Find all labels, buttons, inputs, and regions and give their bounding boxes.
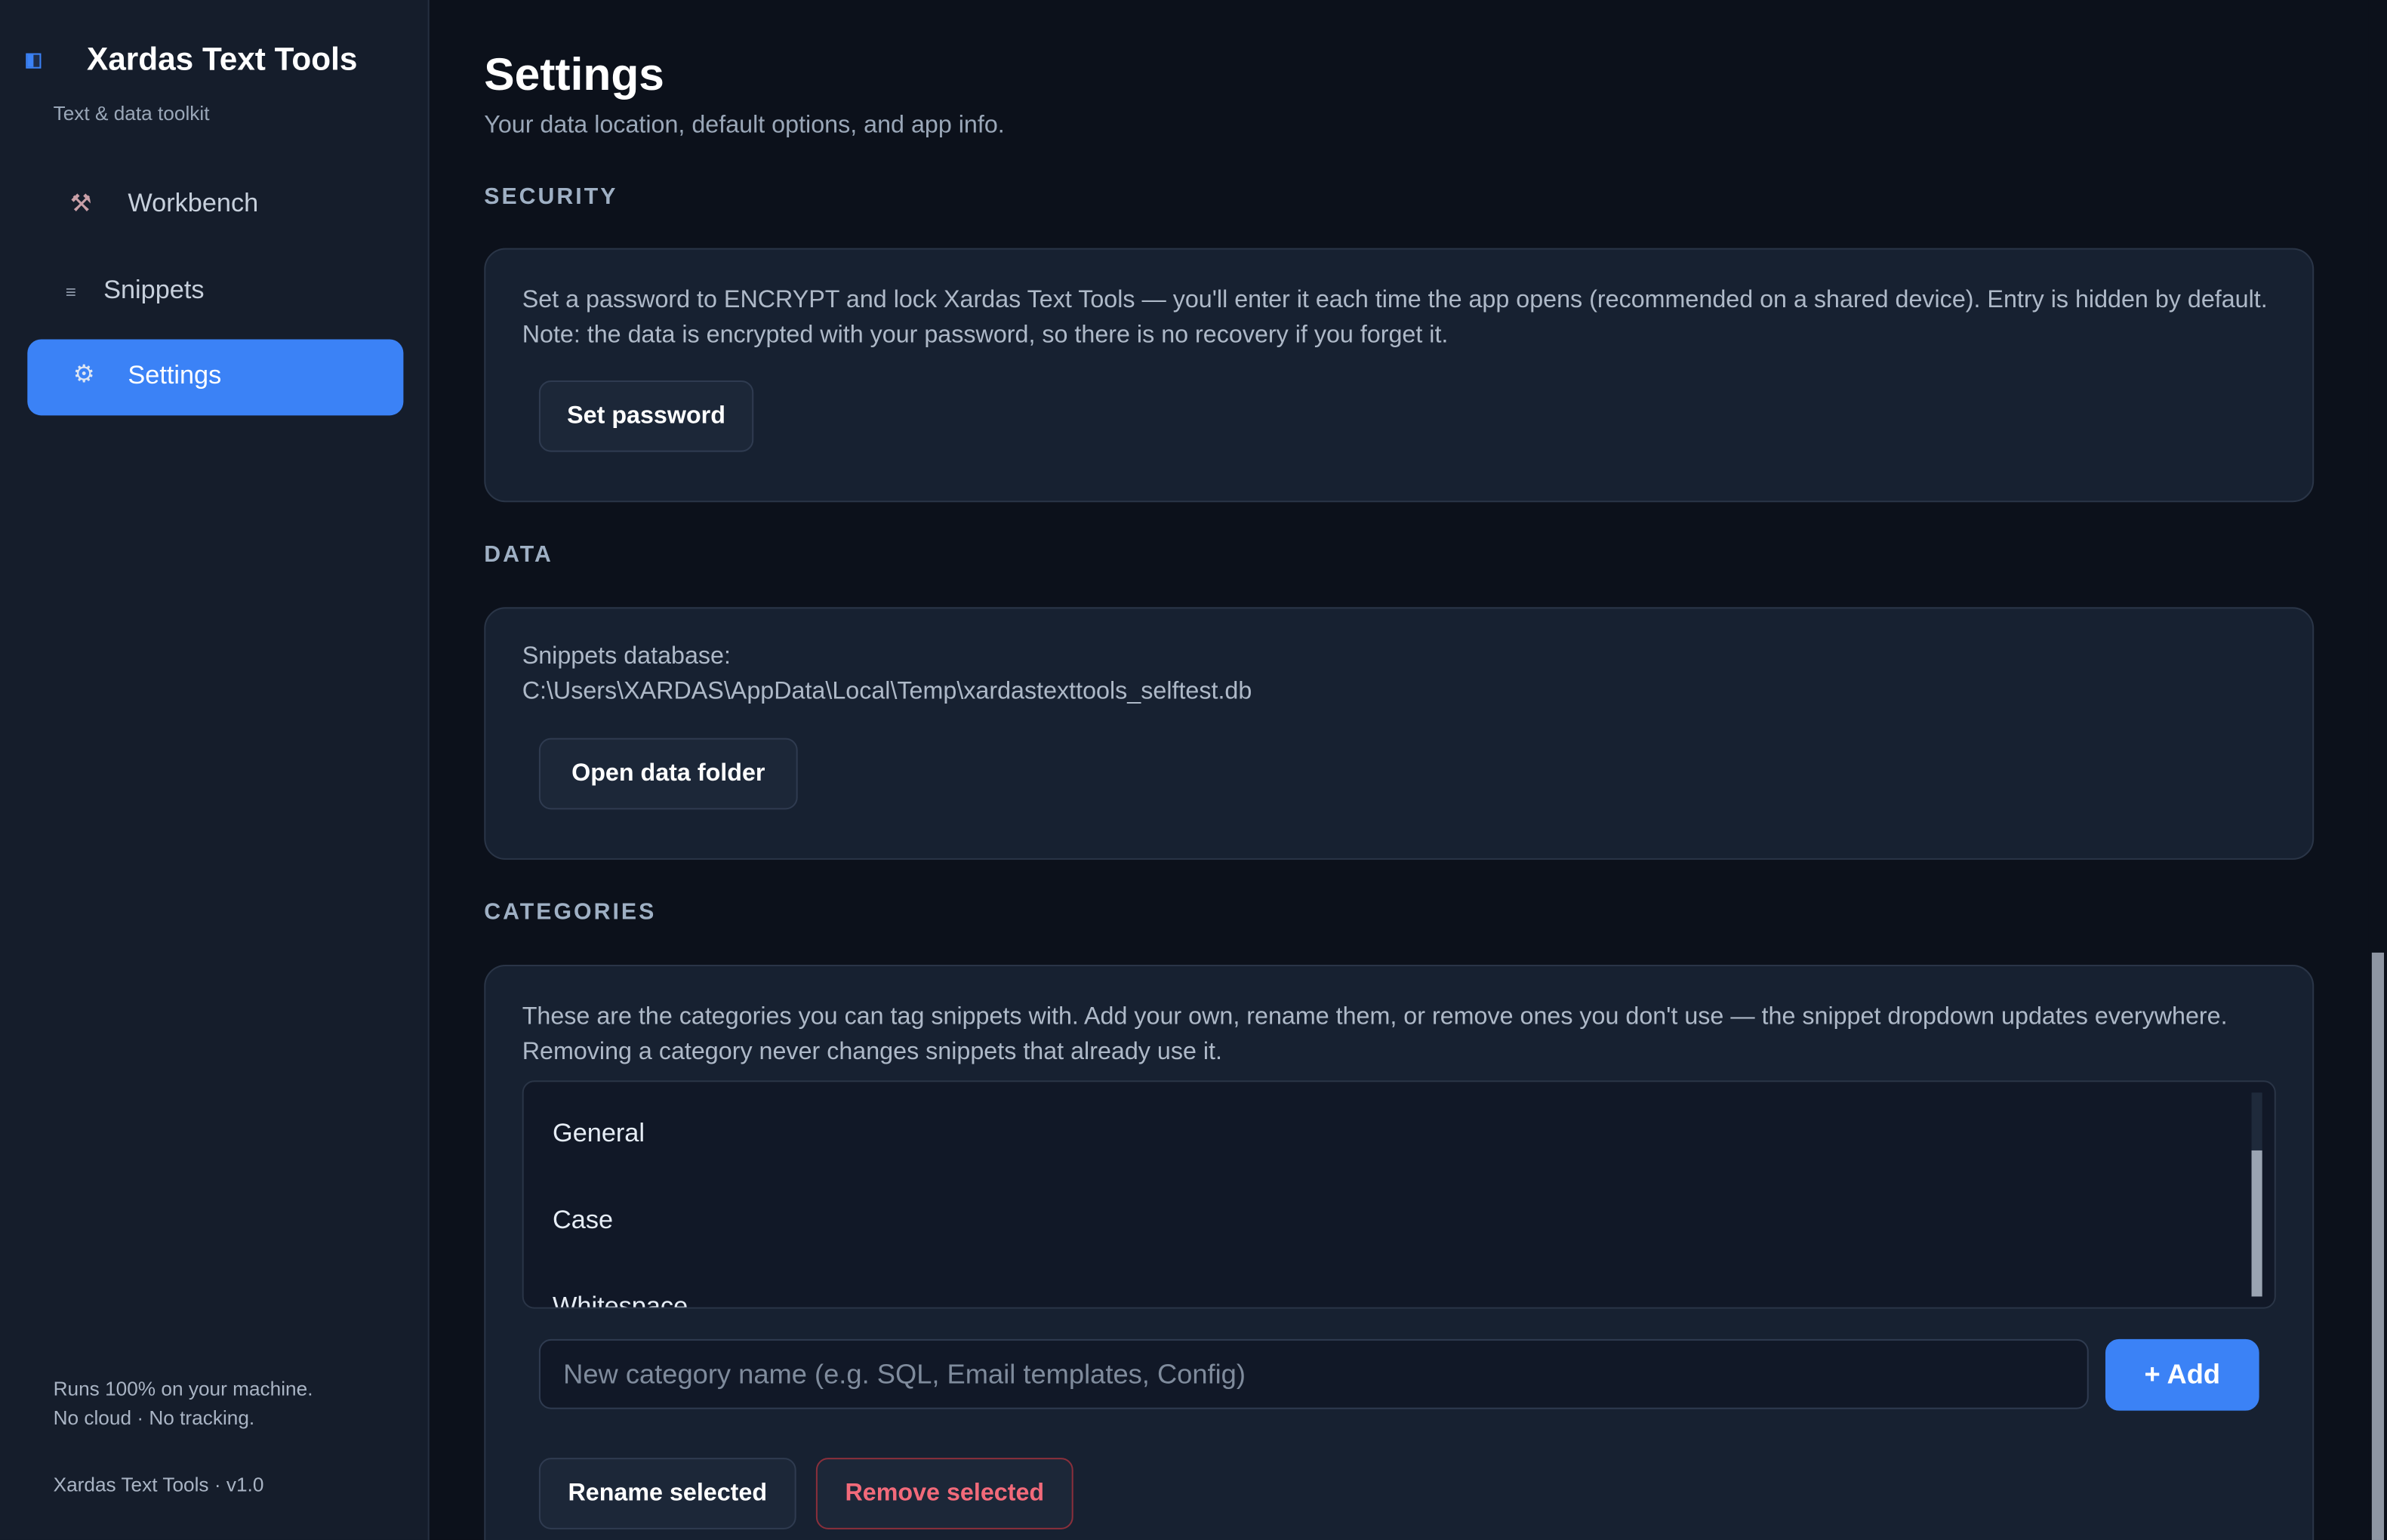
page-subtitle: Your data location, default options, and… [484, 112, 1005, 139]
list-item[interactable]: General [553, 1119, 645, 1149]
page-title: Settings [484, 50, 664, 101]
version-label: Xardas Text Tools · v1.0 [53, 1473, 264, 1496]
database-info: Snippets database: C:\Users\XARDAS\AppDa… [522, 639, 2276, 710]
new-category-input[interactable] [538, 1338, 2089, 1409]
categories-heading: CATEGORIES [484, 899, 657, 926]
categories-list[interactable]: General Case Whitespace [522, 1080, 2276, 1309]
sidebar-item-label: Snippets [103, 275, 205, 305]
categories-description: These are the categories you can tag sni… [522, 1004, 2228, 1066]
categories-card: These are the categories you can tag sni… [484, 965, 2315, 1540]
sidebar-item-label: Settings [128, 360, 222, 390]
remove-selected-button[interactable]: Remove selected [815, 1458, 1073, 1529]
app-logo-icon [26, 53, 42, 69]
list-item[interactable]: Case [553, 1206, 613, 1236]
hammer-pick-icon: ⚒ [69, 191, 92, 218]
settings-page: Settings Your data location, default opt… [431, 0, 2366, 1540]
sidebar-item-snippets[interactable]: ≡ Snippets [27, 254, 403, 331]
database-label: Snippets database: [522, 643, 731, 670]
sidebar-item-label: Workbench [128, 188, 259, 218]
list-item[interactable]: Whitespace [553, 1292, 688, 1307]
list-scrollbar[interactable] [2251, 1092, 2262, 1297]
add-category-button[interactable]: + Add [2105, 1338, 2259, 1411]
security-heading: SECURITY [484, 183, 618, 211]
privacy-note-line: No cloud · No tracking. [53, 1406, 255, 1429]
sidebar-item-settings[interactable]: ⚙ Settings [27, 339, 404, 416]
sidebar: Xardas Text Tools Text & data toolkit ⚒ … [0, 0, 430, 1540]
list-scrollbar-thumb[interactable] [2251, 1150, 2262, 1297]
database-path: C:\Users\XARDAS\AppData\Local\Temp\xarda… [522, 679, 1252, 705]
privacy-note: Runs 100% on your machine. No cloud · No… [54, 1374, 313, 1432]
gear-icon: ⚙ [72, 362, 95, 389]
app-title: Xardas Text Tools [86, 42, 358, 78]
rename-selected-button[interactable]: Rename selected [538, 1458, 796, 1529]
set-password-button[interactable]: Set password [538, 380, 754, 452]
privacy-note-line: Runs 100% on your machine. [53, 1377, 313, 1400]
page-scrollbar[interactable] [2368, 0, 2387, 1540]
data-heading: DATA [484, 541, 553, 568]
security-card: Set a password to ENCRYPT and lock Xarda… [484, 248, 2315, 503]
data-card: Snippets database: C:\Users\XARDAS\AppDa… [484, 607, 2315, 860]
page-scrollbar-thumb[interactable] [2371, 952, 2384, 1540]
list-icon: ≡ [65, 281, 76, 303]
open-data-folder-button[interactable]: Open data folder [538, 738, 798, 810]
sidebar-item-workbench[interactable]: ⚒ Workbench [27, 168, 403, 244]
app-window: Xardas Text Tools Text & data toolkit ⚒ … [0, 0, 2387, 1540]
security-description: Set a password to ENCRYPT and lock Xarda… [522, 287, 2268, 349]
app-subtitle: Text & data toolkit [53, 102, 210, 125]
